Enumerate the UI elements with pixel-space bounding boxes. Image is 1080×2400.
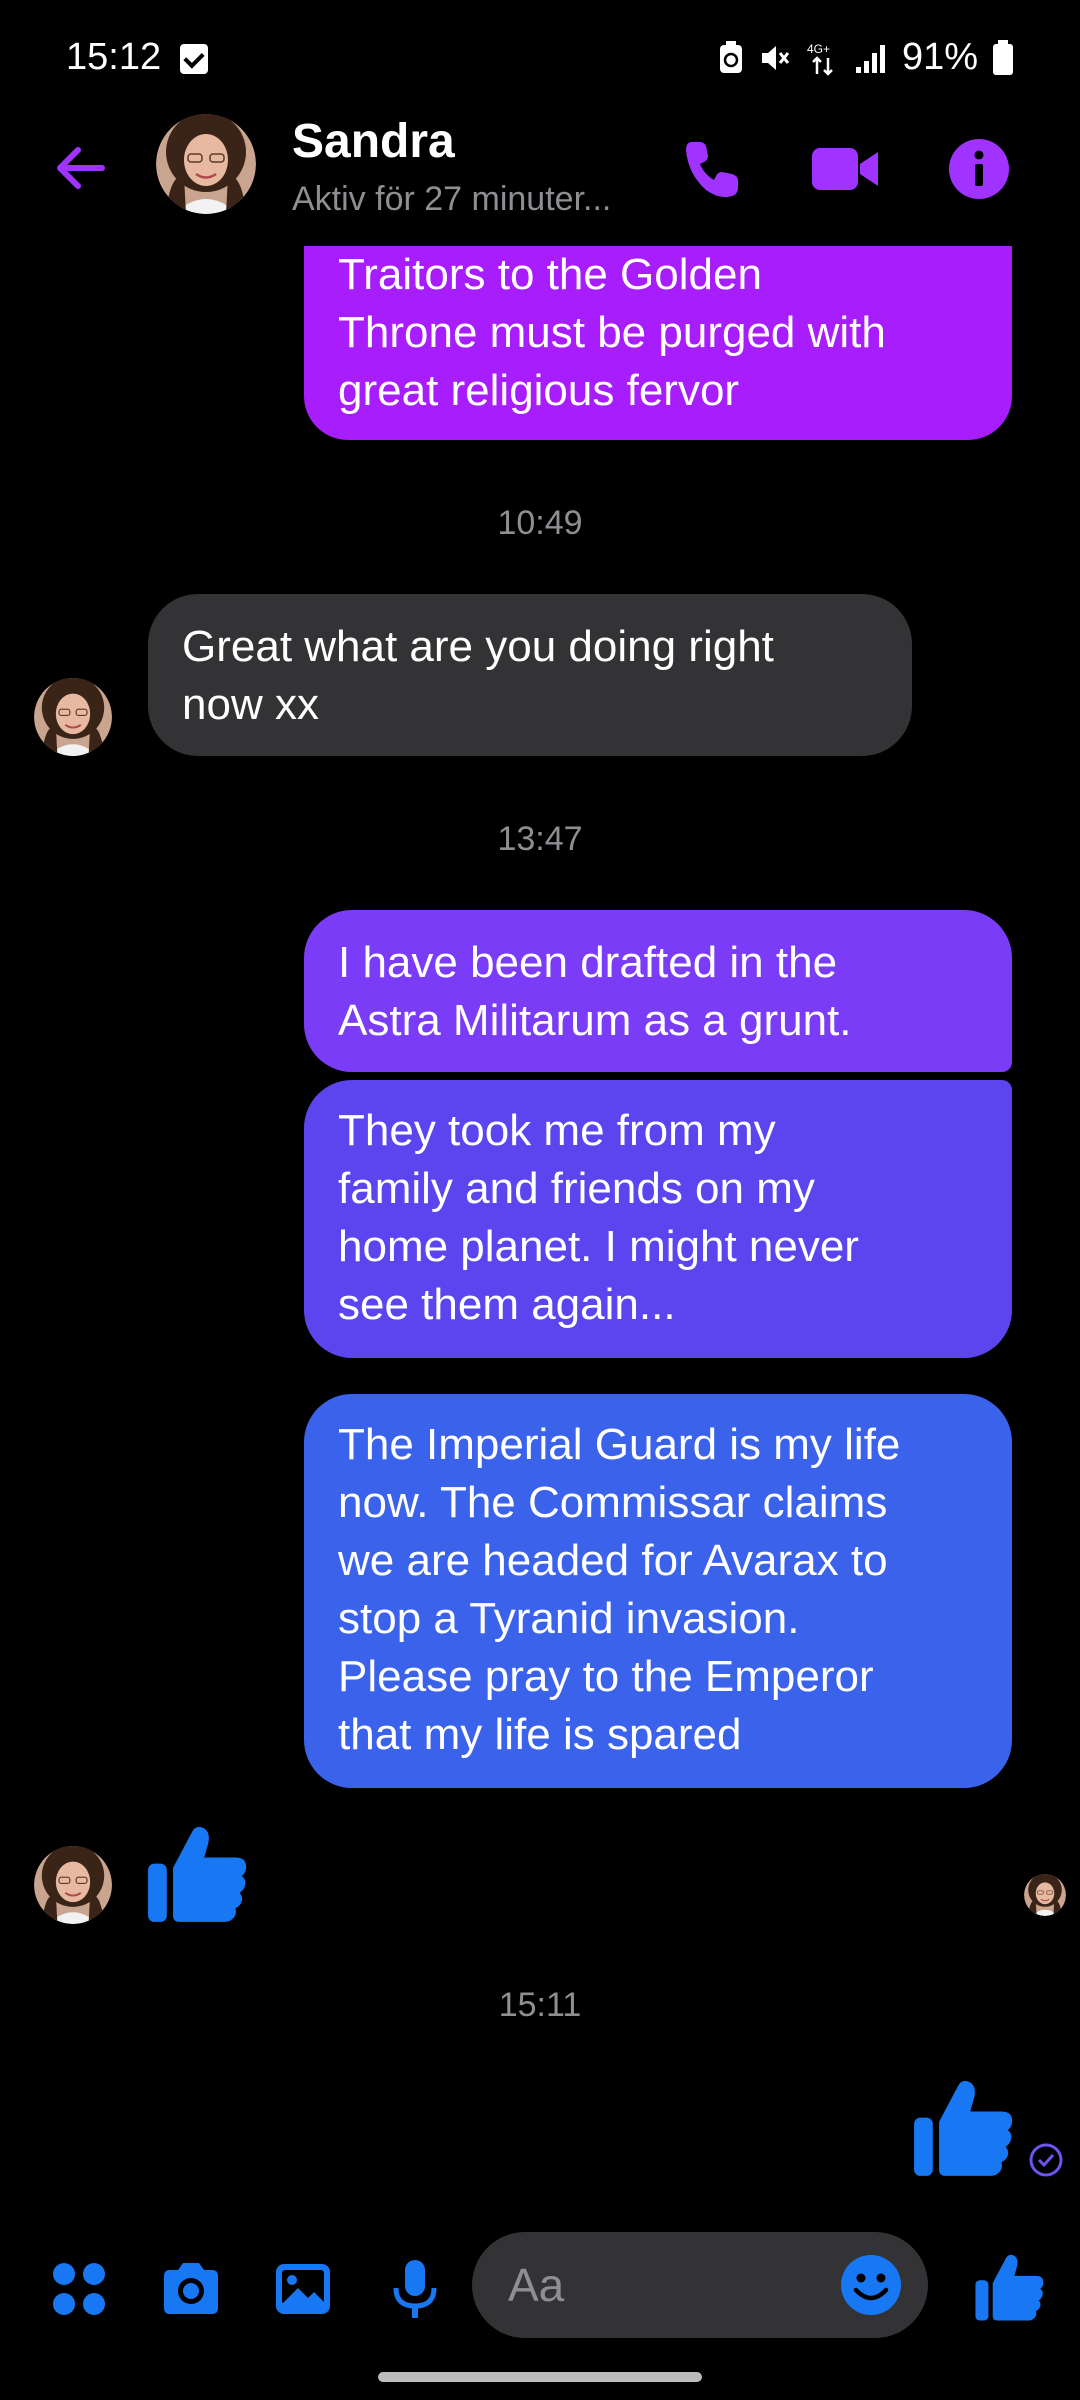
message-text: Great what are you doing right now xx [182,622,774,729]
microphone-icon[interactable] [380,2254,450,2324]
message-text: I have been drafted in the Astra Militar… [338,938,852,1045]
camera-icon[interactable] [156,2254,226,2324]
delivered-check-icon [1029,2143,1063,2177]
header-divider [0,236,1080,246]
video-camera-icon[interactable] [810,134,880,204]
status-bar: 15:12 4G+ 91% [0,0,1080,120]
home-indicator[interactable] [378,2372,702,2382]
message-composer[interactable] [472,2232,928,2338]
timestamp: 15:11 [498,1986,582,2024]
message-bubble-outgoing[interactable]: They took me from my family and friends … [304,1080,1012,1358]
battery-icon [993,39,1013,75]
message-text: The Imperial Guard is my life now. The C… [338,1420,901,1759]
svg-text:4G+: 4G+ [807,42,830,56]
battery-saver-icon [719,40,742,73]
emoji-icon[interactable] [836,2250,906,2320]
message-bubble-incoming[interactable]: Great what are you doing right now xx [148,594,912,756]
gallery-icon[interactable] [268,2254,338,2324]
thumbs-up-icon[interactable] [974,2250,1046,2322]
phone-icon[interactable] [676,134,746,204]
status-icons: 4G+ 91% [718,36,1014,79]
sender-avatar[interactable] [34,678,112,756]
battery-percent: 91% [901,36,978,78]
message-bubble-outgoing[interactable]: The Imperial Guard is my life now. The C… [304,1394,1012,1788]
message-input[interactable] [508,2232,808,2338]
signal-icon [855,44,885,73]
contact-avatar[interactable] [156,114,256,214]
thumbs-up-icon[interactable] [146,1820,250,1924]
notification-check-icon [180,44,208,74]
contact-name[interactable]: Sandra [292,114,455,169]
mute-icon [761,45,790,70]
contact-status: Aktiv för 27 minuter... [292,180,612,218]
message-text: They took me from my family and friends … [338,1106,859,1329]
thumbs-up-icon[interactable] [912,2074,1016,2178]
message-bubble-outgoing[interactable]: I have been drafted in the Astra Militar… [304,910,1012,1072]
message-bubble-outgoing[interactable]: Traitors to the Golden Throne must be pu… [304,246,1012,440]
back-arrow-icon[interactable] [50,138,110,198]
info-icon[interactable] [944,134,1014,204]
network-4g-icon: 4G+ [807,42,833,76]
message-text: Traitors to the Golden Throne must be pu… [338,250,886,415]
timestamp: 10:49 [497,504,583,542]
status-time: 15:12 [66,36,162,78]
apps-grid-icon[interactable] [44,2254,114,2324]
sender-avatar[interactable] [34,1846,112,1924]
timestamp: 13:47 [497,820,583,858]
read-receipt-avatar [1024,1874,1066,1916]
